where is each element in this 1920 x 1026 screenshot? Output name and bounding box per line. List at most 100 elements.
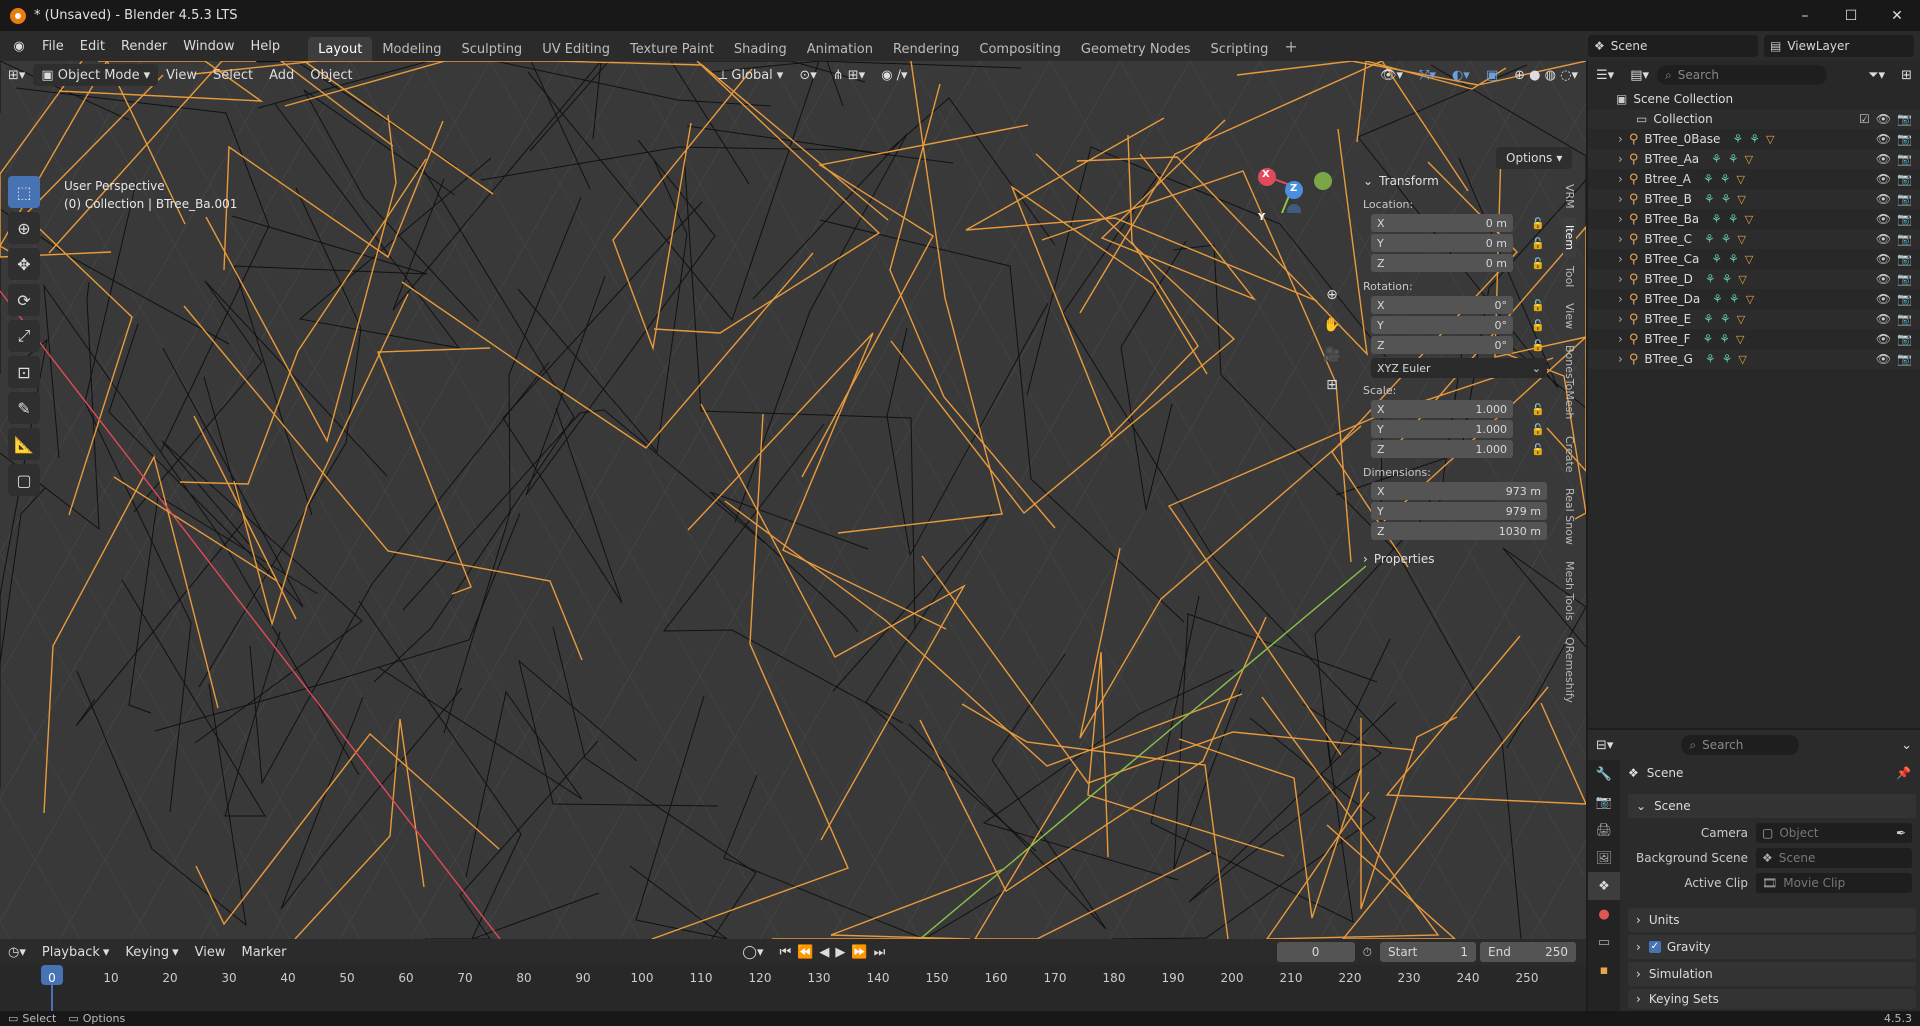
expand-chevron-icon[interactable]: › xyxy=(1618,312,1623,326)
menu-edit[interactable]: Edit xyxy=(72,31,113,61)
expand-chevron-icon[interactable]: › xyxy=(1618,292,1623,306)
options-button[interactable]: Options ▾ xyxy=(1496,147,1573,169)
tab-layout[interactable]: Layout xyxy=(308,37,373,61)
tab-sculpting[interactable]: Sculpting xyxy=(451,37,532,61)
tab-uv-editing[interactable]: UV Editing xyxy=(532,37,620,61)
scale-tool-icon[interactable]: ⤢ xyxy=(8,320,40,352)
maximize-button[interactable]: ☐ xyxy=(1828,0,1874,31)
expand-chevron-icon[interactable]: › xyxy=(1618,132,1623,146)
eye-icon[interactable]: 👁 xyxy=(1876,332,1891,346)
scene-section-header[interactable]: ⌄ Scene xyxy=(1628,794,1916,818)
close-button[interactable]: ✕ xyxy=(1874,0,1920,31)
expand-chevron-icon[interactable]: › xyxy=(1618,232,1623,246)
3d-viewport[interactable]: ⊞▾ ▣ Object Mode ▾ View Select Add Objec… xyxy=(0,61,1586,939)
modifier-icons[interactable]: ⚘⚘ xyxy=(1732,132,1766,146)
transform-orientation-dropdown[interactable]: ⟂ Global ▾ xyxy=(711,64,792,86)
properties-editor[interactable]: ⊟▾ ⌕ Search ⌄ 🔧 📷 🖨 🖼 ❖ ● ▭ ▪ ❖ Scene 📌 … xyxy=(1588,730,1920,1011)
timeline-menu-playback[interactable]: Playback ▾ xyxy=(34,941,118,963)
mode-dropdown[interactable]: ▣ Object Mode ▾ xyxy=(33,64,159,86)
checkbox-icon[interactable]: ☑ xyxy=(1859,112,1870,126)
camera-icon[interactable]: 📷 xyxy=(1897,152,1912,166)
collection-tab-icon[interactable]: ▭ xyxy=(1588,928,1620,956)
expand-chevron-icon[interactable]: › xyxy=(1618,332,1623,346)
sidebar-tab-item[interactable]: Item xyxy=(1563,216,1576,258)
view-layer-tab-icon[interactable]: 🖼 xyxy=(1588,844,1620,872)
camera-icon[interactable]: 📷 xyxy=(1897,232,1912,246)
keying-sets-section-header[interactable]: › Keying Sets xyxy=(1628,989,1916,1009)
collection-row[interactable]: ▭ Collection ☑ 👁 📷 xyxy=(1588,109,1920,129)
rotation-y-field[interactable]: Y 0° xyxy=(1371,316,1513,334)
modifier-icons[interactable]: ⚘⚘ xyxy=(1705,352,1739,366)
output-tab-icon[interactable]: 🖨 xyxy=(1588,816,1620,844)
scene-selector[interactable]: ❖ Scene xyxy=(1588,35,1758,57)
eye-icon[interactable]: 👁 xyxy=(1876,352,1891,366)
camera-icon[interactable]: 📷 xyxy=(1897,192,1912,206)
mesh-data-icon[interactable]: ▽ xyxy=(1736,333,1744,346)
modifier-icons[interactable]: ⚘⚘ xyxy=(1705,272,1739,286)
outliner-item[interactable]: › ⚲ BTree_B ⚘⚘ ▽ 👁 📷 xyxy=(1588,189,1920,209)
eye-icon[interactable]: 👁 xyxy=(1876,292,1891,306)
eye-icon[interactable]: 👁 xyxy=(1876,212,1891,226)
pin-icon[interactable]: 📌 xyxy=(1896,766,1911,780)
playback-controls[interactable]: ⏮⏪◀▶⏩⏭ xyxy=(772,941,900,963)
annotate-tool-icon[interactable]: ✎ xyxy=(8,392,40,424)
gravity-section-header[interactable]: › ✓ Gravity xyxy=(1628,935,1916,959)
rotation-mode-dropdown[interactable]: XYZ Euler ⌄ xyxy=(1371,358,1547,378)
camera-icon[interactable]: 📷 xyxy=(1897,352,1912,366)
zoom-icon[interactable]: ⊕ xyxy=(1320,283,1344,307)
eye-icon[interactable]: 👁 xyxy=(1876,132,1891,146)
menu-render[interactable]: Render xyxy=(113,31,175,61)
current-frame-field[interactable]: 0 xyxy=(1276,942,1355,962)
scale-z-field[interactable]: Z 1.000 xyxy=(1371,440,1513,458)
outliner-item[interactable]: › ⚲ BTree_E ⚘⚘ ▽ 👁 📷 xyxy=(1588,309,1920,329)
new-collection-icon[interactable]: ⊞ xyxy=(1893,64,1920,86)
expand-chevron-icon[interactable]: › xyxy=(1618,152,1623,166)
background-scene-field[interactable]: ❖ Scene xyxy=(1756,848,1912,868)
eye-icon[interactable]: 👁 xyxy=(1876,252,1891,266)
auto-keying-icon[interactable]: ◯▾ xyxy=(734,941,771,963)
outliner-item[interactable]: › ⚲ BTree_Aa ⚘⚘ ▽ 👁 📷 xyxy=(1588,149,1920,169)
pivot-icon[interactable]: ⊙▾ xyxy=(791,64,824,86)
location-z-field[interactable]: Z 0 m xyxy=(1371,254,1513,272)
units-section-header[interactable]: › Units xyxy=(1628,908,1916,932)
expand-chevron-icon[interactable]: › xyxy=(1618,352,1623,366)
sidebar-tab-create[interactable]: Create xyxy=(1563,428,1576,481)
eye-icon[interactable]: 👁 xyxy=(1876,272,1891,286)
timeline-menu-keying[interactable]: Keying ▾ xyxy=(117,941,186,963)
outliner-item[interactable]: › ⚲ BTree_Ca ⚘⚘ ▽ 👁 📷 xyxy=(1588,249,1920,269)
outliner-item[interactable]: › ⚲ BTree_0Base ⚘⚘ ▽ 👁 📷 xyxy=(1588,129,1920,149)
add-workspace-icon[interactable]: + xyxy=(1284,37,1297,56)
lock-icon[interactable]: 🔓 xyxy=(1531,403,1545,417)
visibility-icon[interactable]: 👁▾ xyxy=(1372,64,1411,86)
world-tab-icon[interactable]: ● xyxy=(1588,900,1620,928)
mesh-data-icon[interactable]: ▽ xyxy=(1737,313,1745,326)
proportional-edit-icon[interactable]: ◉ ∕▾ xyxy=(873,64,915,86)
lock-icon[interactable]: 🔓 xyxy=(1531,257,1545,271)
camera-icon[interactable]: 📷 xyxy=(1897,212,1912,226)
overlay-toggle-icon[interactable]: ◐▾ xyxy=(1444,64,1478,86)
eye-icon[interactable]: 👁 xyxy=(1876,112,1891,126)
start-frame-field[interactable]: Start 1 xyxy=(1380,942,1476,962)
navigation-gizmo[interactable] xyxy=(1250,123,1360,213)
outliner-item[interactable]: › ⚲ BTree_G ⚘⚘ ▽ 👁 📷 xyxy=(1588,349,1920,369)
add-cube-tool-icon[interactable]: ▢ xyxy=(8,464,40,496)
mesh-data-icon[interactable]: ▽ xyxy=(1737,193,1745,206)
tab-compositing[interactable]: Compositing xyxy=(969,37,1071,61)
render-tab-icon[interactable]: 📷 xyxy=(1588,788,1620,816)
expand-chevron-icon[interactable]: › xyxy=(1618,252,1623,266)
modifier-icons[interactable]: ⚘⚘ xyxy=(1703,312,1737,326)
menu-help[interactable]: Help xyxy=(243,31,289,61)
outliner-item[interactable]: › ⚲ BTree_Da ⚘⚘ ▽ 👁 📷 xyxy=(1588,289,1920,309)
transform-panel-header[interactable]: ⌄ Transform xyxy=(1363,170,1551,192)
viewport-menu-add[interactable]: Add xyxy=(261,64,302,86)
camera-icon[interactable]: 📷 xyxy=(1897,132,1912,146)
modifier-icons[interactable]: ⚘⚘ xyxy=(1711,152,1745,166)
sidebar-tab-qremeshify[interactable]: QRemeshify xyxy=(1563,629,1576,711)
timeline-editor-type-icon[interactable]: ◷▾ xyxy=(0,941,34,963)
tab-rendering[interactable]: Rendering xyxy=(883,37,969,61)
scene-collection-row[interactable]: ▣ Scene Collection xyxy=(1588,89,1920,109)
gravity-checkbox[interactable]: ✓ xyxy=(1648,941,1661,953)
view-layer-selector[interactable]: ▤ ViewLayer xyxy=(1764,35,1914,57)
eye-icon[interactable]: 👁 xyxy=(1876,232,1891,246)
modifier-icons[interactable]: ⚘⚘ xyxy=(1711,252,1745,266)
